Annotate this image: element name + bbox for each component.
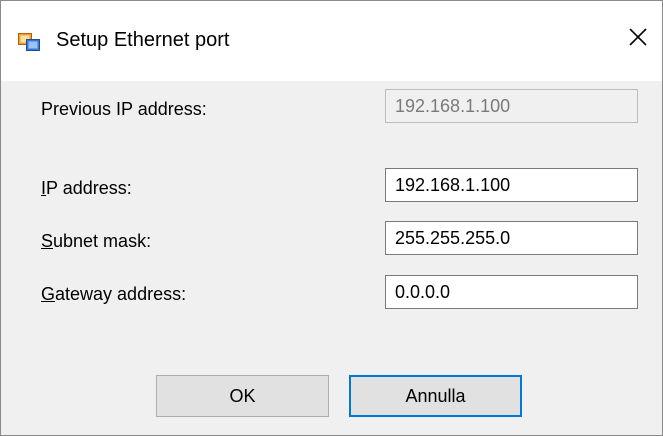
gateway-address-label: Gateway address: [41, 284, 186, 305]
subnet-mask-label: Subnet mask: [41, 231, 151, 252]
ip-address-field[interactable] [385, 168, 638, 202]
ip-label-text: P address: [46, 178, 132, 198]
subnet-label-text: ubnet mask: [53, 231, 152, 251]
ip-address-label: IP address: [41, 178, 132, 199]
close-icon [629, 27, 647, 51]
gateway-address-field[interactable] [385, 275, 638, 309]
subnet-mnemonic: S [41, 231, 54, 251]
previous-ip-field [385, 89, 638, 123]
window-title: Setup Ethernet port [56, 29, 230, 51]
previous-ip-label: Previous IP address: [41, 99, 207, 119]
title-bar[interactable]: Setup Ethernet port [1, 1, 662, 81]
setup-ethernet-dialog: Setup Ethernet port Previous IP address:… [0, 0, 663, 436]
gateway-label-text: ateway address: [55, 284, 187, 304]
cancel-button[interactable]: Annulla [349, 375, 522, 417]
network-port-icon [18, 33, 40, 51]
gateway-mnemonic: G [41, 284, 56, 304]
ok-button[interactable]: OK [156, 375, 329, 417]
subnet-mask-field[interactable] [385, 221, 638, 255]
close-button[interactable] [614, 17, 662, 61]
dialog-content: Previous IP address: IP address: Subnet … [1, 81, 662, 435]
